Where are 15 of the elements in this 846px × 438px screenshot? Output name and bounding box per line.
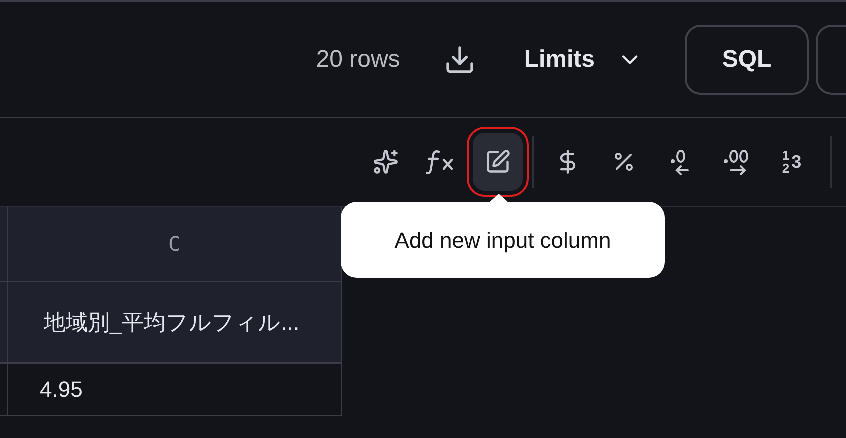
percent-icon (612, 150, 636, 174)
table-cell: 4.95 (8, 364, 341, 416)
sql-button[interactable]: SQL (685, 24, 809, 94)
tooltip-pointer (489, 194, 509, 203)
download-button[interactable] (444, 44, 476, 76)
increase-decimal-icon (724, 150, 748, 174)
download-icon (444, 44, 476, 76)
column-name-header[interactable]: 地域別_平均フルフィル... (8, 282, 341, 364)
row-count: 20 rows (316, 44, 400, 74)
limits-dropdown[interactable]: Limits (524, 42, 643, 78)
sparkles-icon (373, 149, 399, 175)
input-column-button[interactable] (473, 133, 523, 191)
decrease-decimal-icon (670, 150, 690, 174)
column-letter-header[interactable]: C (8, 207, 341, 282)
edit-icon (485, 149, 511, 175)
